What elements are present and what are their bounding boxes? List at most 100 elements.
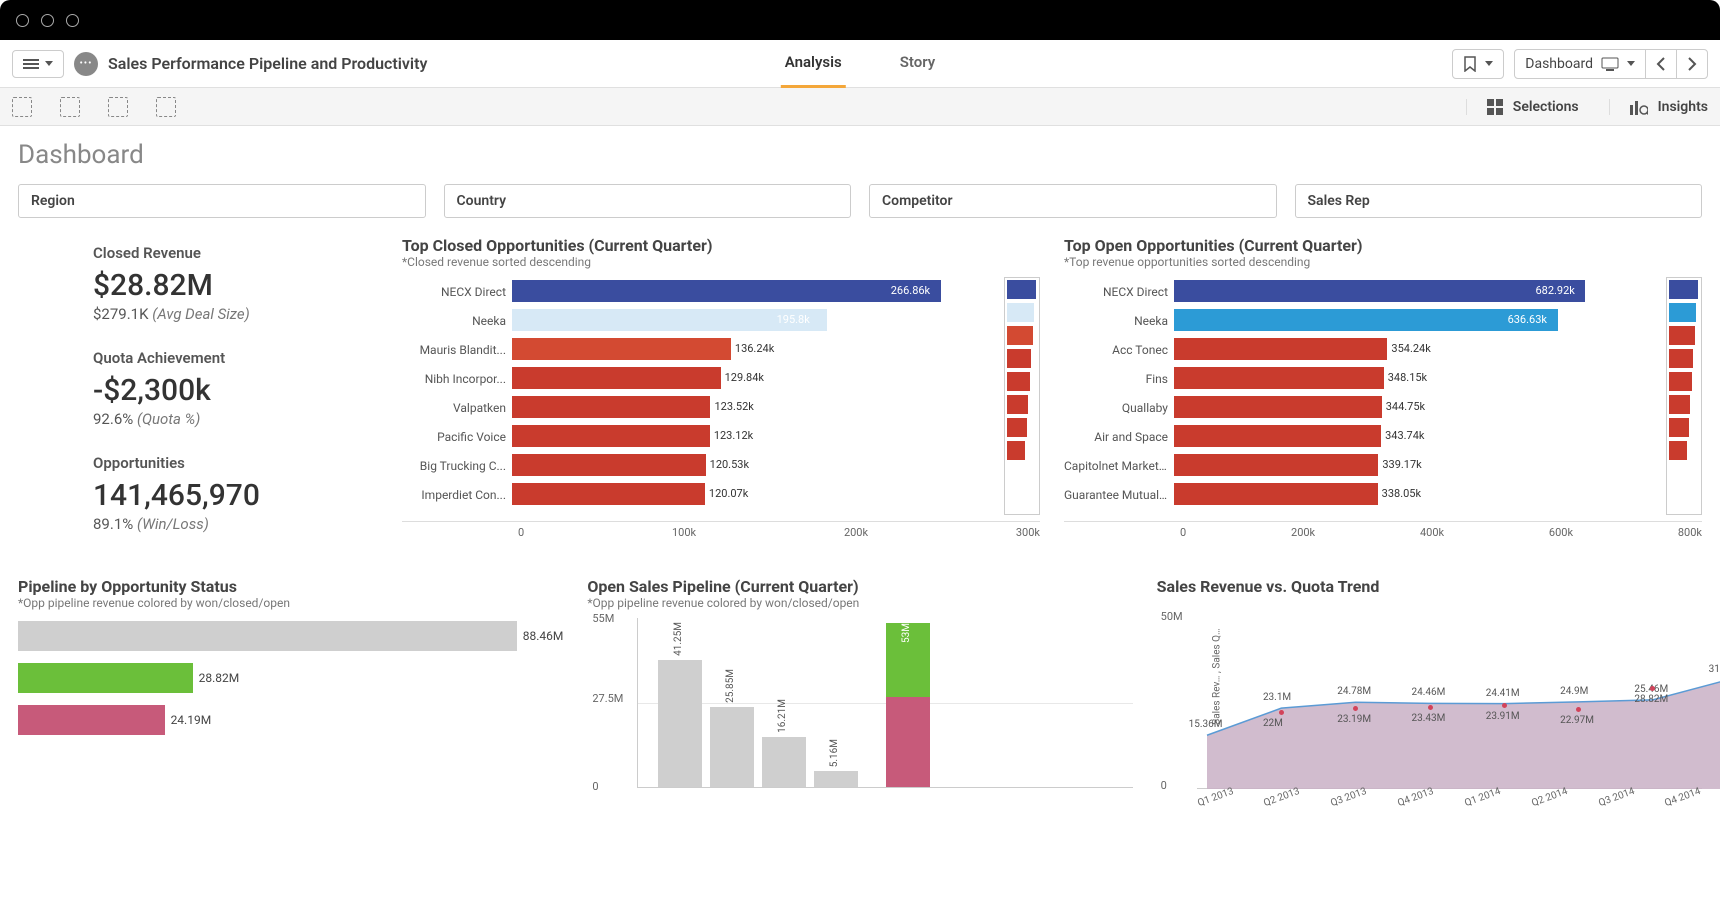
bar-label: Mauris Blandit... xyxy=(402,343,512,357)
selections-tool-button[interactable]: Selections xyxy=(1466,99,1579,115)
bar-label: Pacific Voice xyxy=(402,430,512,444)
bar[interactable] xyxy=(710,707,754,787)
bar-row[interactable]: NECX Direct 266.86k xyxy=(402,277,994,306)
x-axis: 0200k400k600k800k xyxy=(1064,521,1702,539)
x-axis: 0100k200k300k xyxy=(402,521,1040,539)
bar-value: 682.92k xyxy=(1535,284,1574,297)
pipeline-status-chart[interactable]: Pipeline by Opportunity Status *Opp pipe… xyxy=(18,577,563,803)
chart-title: Pipeline by Opportunity Status xyxy=(18,577,563,596)
bar-value: 348.15k xyxy=(1388,371,1427,384)
bar-row[interactable]: Valpatken 123.52k xyxy=(402,393,994,422)
bar-row[interactable]: 88.46M xyxy=(18,618,563,654)
traffic-min-icon[interactable] xyxy=(41,14,54,27)
data-point[interactable] xyxy=(1428,705,1433,710)
bar-label: Capitolnet Marketing G... xyxy=(1064,459,1174,473)
tab-story[interactable]: Story xyxy=(896,39,939,88)
chart-title: Sales Revenue vs. Quota Trend xyxy=(1157,577,1702,596)
prev-sheet-button[interactable] xyxy=(1645,49,1677,79)
bar-row[interactable]: Fins 348.15k xyxy=(1064,364,1656,393)
bar-row[interactable]: Neeka 636.63k xyxy=(1064,306,1656,335)
data-label: 22.97M xyxy=(1560,715,1594,726)
filter-region[interactable]: Region xyxy=(18,184,426,218)
x-axis: Q1 2013Q2 2013Q3 2013Q4 2013Q1 2014Q2 20… xyxy=(1197,789,1702,803)
step-forward-icon[interactable] xyxy=(108,97,128,117)
bar-row[interactable]: 24.19M xyxy=(18,702,563,738)
bar-value: 195.8k xyxy=(777,313,810,326)
minimap[interactable] xyxy=(1666,277,1702,515)
y-tick: 50M xyxy=(1161,610,1183,623)
bar[interactable] xyxy=(658,660,702,788)
bar-row[interactable]: Guarantee Mutual Life ... 338.05k xyxy=(1064,480,1656,509)
filter-country[interactable]: Country xyxy=(444,184,852,218)
chart-title: Top Closed Opportunities (Current Quarte… xyxy=(402,236,1040,255)
device-icon xyxy=(1601,57,1619,71)
bookmark-button[interactable] xyxy=(1452,49,1504,79)
bar-row[interactable]: Pacific Voice 123.12k xyxy=(402,422,994,451)
bar-row[interactable]: Neeka 195.8k xyxy=(402,306,994,335)
top-open-chart[interactable]: Top Open Opportunities (Current Quarter)… xyxy=(1064,236,1702,559)
bar-row[interactable]: Acc Tonec 354.24k xyxy=(1064,335,1656,364)
open-pipeline-chart[interactable]: Open Sales Pipeline (Current Quarter) *O… xyxy=(587,577,1132,803)
bar-row[interactable]: Air and Space 343.74k xyxy=(1064,422,1656,451)
bar-row[interactable]: NECX Direct 682.92k xyxy=(1064,277,1656,306)
bar-label: Acc Tonec xyxy=(1064,343,1174,357)
insights-button[interactable]: Insights xyxy=(1609,99,1708,115)
chart-subtitle: *Opp pipeline revenue colored by won/clo… xyxy=(18,596,563,610)
chart-subtitle: *Closed revenue sorted descending xyxy=(402,255,1040,269)
minimap[interactable] xyxy=(1004,277,1040,515)
bar-label: NECX Direct xyxy=(402,285,512,299)
filter-row: Region Country Competitor Sales Rep xyxy=(18,184,1702,218)
filter-competitor[interactable]: Competitor xyxy=(869,184,1277,218)
smart-search-icon[interactable] xyxy=(12,97,32,117)
grid-icon xyxy=(1487,99,1503,115)
bar-row[interactable]: Quallaby 344.75k xyxy=(1064,393,1656,422)
selections-label: Selections xyxy=(1513,99,1579,115)
step-back-icon[interactable] xyxy=(60,97,80,117)
data-label: 23.19M xyxy=(1337,714,1371,725)
bar-value: 25.85M xyxy=(725,669,736,703)
sheet-selector-label: Dashboard xyxy=(1525,56,1593,72)
top-closed-chart[interactable]: Top Closed Opportunities (Current Quarte… xyxy=(402,236,1040,559)
kpi-quota-value[interactable]: -$2,300k xyxy=(93,373,378,408)
data-point[interactable] xyxy=(1576,707,1581,712)
trend-chart[interactable]: Sales Revenue vs. Quota Trend Sales Rev…… xyxy=(1157,577,1702,803)
data-label: 22M xyxy=(1263,718,1283,729)
chevron-left-icon xyxy=(1656,57,1666,71)
data-label: 24.9M xyxy=(1560,686,1588,697)
chart-title: Open Sales Pipeline (Current Quarter) xyxy=(587,577,1132,596)
bar-row[interactable]: Big Trucking C... 120.53k xyxy=(402,451,994,480)
bar-row[interactable]: Imperdiet Con... 120.07k xyxy=(402,480,994,509)
sub-bar: Selections Insights xyxy=(0,88,1720,126)
tab-analysis[interactable]: Analysis xyxy=(781,39,846,88)
bar-value: 636.63k xyxy=(1508,313,1547,326)
filter-salesrep[interactable]: Sales Rep xyxy=(1295,184,1703,218)
clear-selections-icon[interactable] xyxy=(156,97,176,117)
bar-value: 120.07k xyxy=(709,487,748,500)
data-point[interactable] xyxy=(1279,710,1284,715)
sheet-selector-button[interactable]: Dashboard xyxy=(1514,49,1646,79)
bar[interactable] xyxy=(814,771,858,787)
kpi-closed-value[interactable]: $28.82M xyxy=(93,268,378,303)
traffic-close-icon[interactable] xyxy=(16,14,29,27)
chart-subtitle: *Top revenue opportunities sorted descen… xyxy=(1064,255,1702,269)
bar-label: Neeka xyxy=(402,314,512,328)
bar-value: 123.12k xyxy=(714,429,753,442)
kpi-opps-value[interactable]: 141,465,970 xyxy=(93,478,378,513)
bar-row[interactable]: 28.82M xyxy=(18,660,563,696)
bar-row[interactable]: Nibh Incorpor... 129.84k xyxy=(402,364,994,393)
bar-value: 28.82M xyxy=(199,671,240,685)
next-sheet-button[interactable] xyxy=(1676,49,1708,79)
app-icon xyxy=(74,52,98,76)
bar[interactable] xyxy=(762,737,806,787)
kpi-block: Closed Revenue $28.82M $279.1K (Avg Deal… xyxy=(18,236,378,559)
bar-row[interactable]: Capitolnet Marketing G... 339.17k xyxy=(1064,451,1656,480)
bar-value: 88.46M xyxy=(523,629,564,643)
traffic-max-icon[interactable] xyxy=(66,14,79,27)
main-menu-button[interactable] xyxy=(12,50,64,78)
bar-row[interactable]: Mauris Blandit... 136.24k xyxy=(402,335,994,364)
y-tick: 27.5M xyxy=(592,692,623,705)
bar-label: Air and Space xyxy=(1064,430,1174,444)
bar-stacked-lower[interactable] xyxy=(886,697,930,787)
window-chrome xyxy=(0,0,1720,40)
bar-label: Nibh Incorpor... xyxy=(402,372,512,386)
